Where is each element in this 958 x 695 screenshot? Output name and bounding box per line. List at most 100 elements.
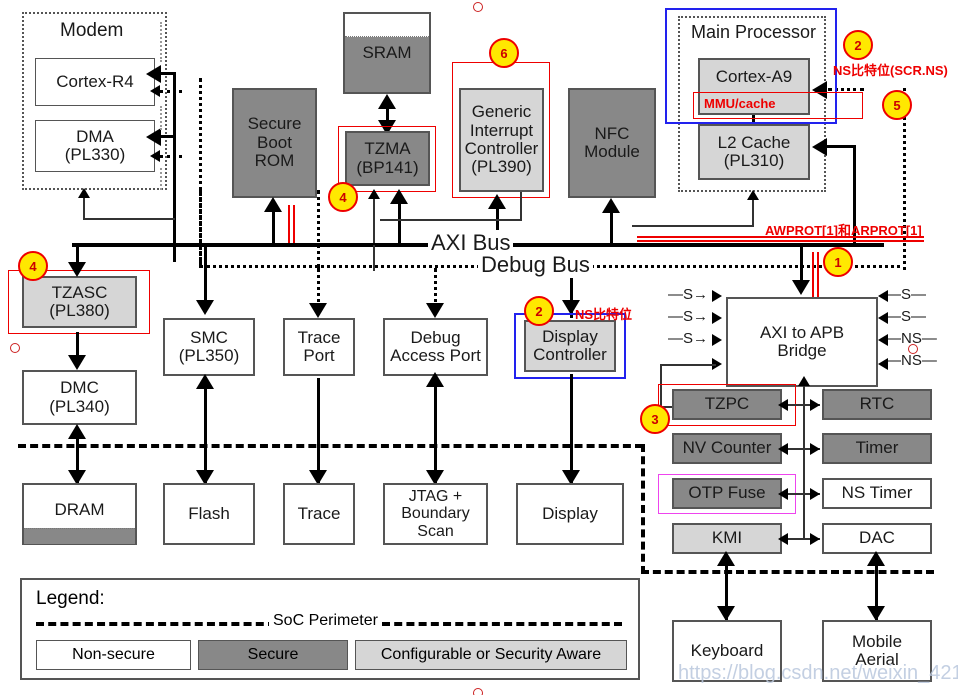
block-dac: DAC (822, 523, 932, 554)
block-kmi: KMI (672, 523, 782, 554)
badge-6-gic: 6 (489, 38, 519, 68)
watermark: https://blog.csdn.net/weixin_42135087 (678, 662, 958, 684)
display-ctrl-line2: Controller (533, 345, 607, 364)
legend-panel: Legend: SoC Perimeter Non-secure Secure … (20, 578, 640, 680)
dap-line1: Debug (410, 327, 461, 347)
gic-line1: Generic (471, 102, 532, 122)
block-jtag-boundary-scan: JTAG + Boundary Scan (383, 483, 488, 545)
block-timer: Timer (822, 433, 932, 464)
legend-configurable-label: Configurable or Security Aware (380, 646, 602, 663)
bridge-right-port-2: —S— (886, 308, 927, 325)
rtc-label: RTC (859, 394, 895, 414)
mp-bottom-riser (752, 196, 754, 226)
modem-inner-dotted-col-2 (160, 106, 162, 130)
gic-line2: Interrupt (469, 120, 534, 140)
secure-boot-rom-line2: Boot (257, 132, 292, 152)
modem-bus-vertical (173, 72, 176, 262)
arrow-dmc-up (68, 424, 86, 439)
l2-cache-line2: (PL310) (723, 151, 785, 170)
arrow-debug-dma (150, 150, 160, 162)
arrow-into-smc (196, 300, 214, 315)
smc-line2: (PL350) (178, 346, 240, 365)
arrow-to-cortex-r4 (146, 65, 161, 83)
legend-non-secure-label: Non-secure (72, 646, 155, 663)
arrow-bridge-out-2 (878, 312, 888, 324)
block-dmc: DMC (PL340) (22, 370, 137, 425)
block-display: Display (516, 483, 624, 545)
block-axi-to-apb-bridge: AXI to APB Bridge (726, 297, 878, 387)
dap-line2: Access Port (390, 346, 481, 365)
arrow-into-traceport (309, 303, 327, 318)
jtag-line2: Boundary (401, 505, 470, 523)
tzma-riser-thin (373, 196, 375, 244)
block-sram-label: SRAM (362, 42, 412, 62)
legend-soc-dash-right (382, 622, 622, 626)
badge-3-tzpc: 3 (640, 404, 670, 434)
modem-group-label: Modem (60, 20, 124, 41)
dac-label: DAC (859, 528, 895, 548)
arrow-kmi-up (717, 551, 735, 566)
mmu-cache-label: MMU/cache (704, 96, 776, 111)
bridge-line2: Bridge (777, 341, 827, 360)
arrow-timer-right (810, 443, 820, 455)
mobile-aerial-line1: Mobile (851, 631, 903, 651)
dotted-col-tzma (317, 190, 320, 268)
jtag-line1: JTAG + (408, 488, 463, 506)
mp-bottom-h (632, 225, 754, 227)
block-otp-fuse: OTP Fuse (672, 478, 782, 509)
badge-2-main-processor: 2 (843, 30, 873, 60)
badge-4-tzma: 4 (328, 182, 358, 212)
block-flash: Flash (163, 483, 255, 545)
block-l2-cache: L2 Cache (PL310) (698, 124, 810, 180)
block-generic-interrupt-controller: Generic Interrupt Controller (PL390) (459, 88, 544, 192)
display-ctrl-line1: Display (542, 326, 598, 346)
arrow-otp-left (778, 488, 788, 500)
arrow-dap-up (426, 372, 444, 387)
ns-bit-scr-label: NS比特位(SCR.NS) (833, 63, 948, 78)
tzpc-label: TZPC (704, 394, 750, 414)
legend-item-non-secure: Non-secure (36, 640, 191, 670)
dram-label: DRAM (54, 499, 105, 519)
tzasc-line2: (PL380) (49, 301, 110, 320)
badge-5-mmu: 5 (882, 90, 912, 120)
arrow-nstimer-right (810, 488, 820, 500)
jtag-line3: Scan (417, 522, 454, 540)
arrow-into-bridge (792, 280, 810, 295)
nfc-line1: NFC (594, 123, 630, 143)
badge-4-tzasc: 4 (18, 251, 48, 281)
bridge-line1: AXI to APB (759, 322, 845, 342)
block-nfc-module: NFC Module (568, 88, 656, 198)
soc-trustzone-diagram: Modem Cortex-R4 DMA (PL330) Secure Boot … (0, 0, 958, 695)
display-label: Display (542, 503, 598, 523)
block-tzasc: TZASC (PL380) (22, 276, 137, 328)
debug-bus-label: Debug Bus (478, 252, 593, 278)
artifact-circle-left (10, 343, 20, 353)
artifact-circle-bridge (908, 344, 918, 354)
dmc-line2: (PL340) (49, 396, 110, 416)
bridge-left-port-2: —S→ (668, 308, 709, 325)
trace-port-line2: Port (303, 346, 335, 365)
rom-red-marker-a (288, 205, 290, 247)
arrow-mp-up (747, 190, 759, 200)
arrow-rtc-right (810, 399, 820, 411)
modem-inner-dotted-col (160, 22, 162, 62)
dotted-col-modem (199, 190, 202, 268)
bridge-left-port-3: —S→ (668, 330, 709, 347)
ns-timer-label: NS Timer (841, 483, 913, 503)
arrow-bridge-out-4 (878, 358, 888, 370)
arrow-into-dmc (68, 355, 86, 370)
block-trace: Trace (283, 483, 355, 545)
arrow-bridge-in-1 (712, 290, 722, 302)
arrow-sram-up (378, 94, 396, 109)
block-tzpc: TZPC (672, 389, 782, 420)
arrow-apb-spine-up (798, 376, 810, 386)
arrow-modem-up (78, 188, 90, 198)
bridge-right-port-4: —NS— (886, 352, 937, 369)
apb-spine (803, 382, 805, 540)
arrow-into-tzasc (68, 262, 86, 277)
gic-thin-riser (520, 192, 522, 220)
arrow-bridge-out-3 (878, 334, 888, 346)
awprot-label: AWPROT[1]和ARPROT[1] (765, 223, 922, 238)
block-smc: SMC (PL350) (163, 318, 255, 376)
block-cortex-r4: Cortex-R4 (35, 58, 155, 106)
